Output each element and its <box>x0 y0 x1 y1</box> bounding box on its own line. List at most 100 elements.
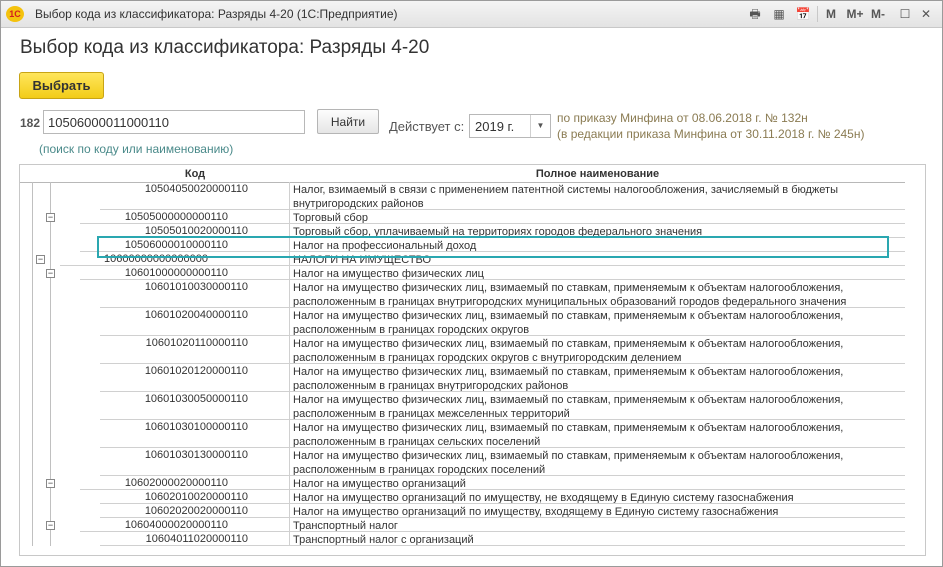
code-cell: 10505000000000110 <box>80 210 290 224</box>
table-row[interactable]: 10604011020000110 Транспортный налог с ор… <box>20 532 905 546</box>
code-cell: 10601010030000110 <box>100 280 290 308</box>
tree-line <box>50 182 51 210</box>
table-row[interactable]: 10602020020000110 Налог на имущество орга… <box>20 504 905 518</box>
tree-line <box>32 266 33 280</box>
maximize-icon[interactable]: ☐ <box>898 5 912 23</box>
tree-line <box>32 448 33 476</box>
code-cell: 10602000020000110 <box>80 476 290 490</box>
name-cell: Налог на имущество физических лиц, взима… <box>290 364 905 392</box>
collapse-toggle-icon[interactable]: − <box>36 255 45 264</box>
memory-plus-button[interactable]: M+ <box>844 5 866 23</box>
code-cell: 10601030130000110 <box>100 448 290 476</box>
table-row[interactable]: 10604000020000110 Транспортный налог − <box>20 518 905 532</box>
tree-line <box>50 490 51 504</box>
code-cell: 10601000000000110 <box>80 266 290 280</box>
tree-line <box>32 490 33 504</box>
memory-button[interactable]: M <box>823 5 839 23</box>
tree-line <box>50 504 51 518</box>
column-header-code[interactable]: Код <box>100 168 290 180</box>
table-row[interactable]: 10601020120000110 Налог на имущество физи… <box>20 364 905 392</box>
code-value: 10601020110000110 <box>145 337 248 349</box>
tree-line <box>32 280 33 308</box>
search-input[interactable] <box>43 110 305 134</box>
tree-line <box>32 210 33 224</box>
name-cell: Налог на имущество организаций по имущес… <box>290 490 905 504</box>
name-cell: Торговый сбор <box>290 210 905 224</box>
name-cell: Налог на имущество физических лиц, взима… <box>290 308 905 336</box>
name-cell: Налог на имущество физических лиц, взима… <box>290 448 905 476</box>
table-row[interactable]: 10505000000000110 Торговый сбор − <box>20 210 905 224</box>
calendar-icon[interactable]: 📅 <box>795 5 811 23</box>
column-header-name[interactable]: Полное наименование <box>290 168 905 180</box>
print-icon[interactable]: 🖶 <box>747 5 763 23</box>
tree-line <box>32 420 33 448</box>
code-cell: 10601020110000110 <box>100 336 290 364</box>
name-cell: Транспортный налог с организаций <box>290 532 905 546</box>
tree-line <box>50 336 51 364</box>
table-row[interactable]: 10601030050000110 Налог на имущество физи… <box>20 392 905 420</box>
code-value: 10601030130000110 <box>144 449 248 461</box>
search-hint: (поиск по коду или наименованию) <box>39 142 234 156</box>
year-select[interactable]: 2019 г. ▼ <box>469 114 551 138</box>
collapse-toggle-icon[interactable]: − <box>46 521 55 530</box>
collapse-toggle-icon[interactable]: − <box>46 213 55 222</box>
table-row[interactable]: 10601020040000110 Налог на имущество физи… <box>20 308 905 336</box>
name-cell: Налог на имущество физических лиц, взима… <box>290 420 905 448</box>
name-cell: Налог на имущество физических лиц, взима… <box>290 336 905 364</box>
code-cell: 10601030100000110 <box>100 420 290 448</box>
tree-line <box>32 392 33 420</box>
table-icon[interactable]: ▦ <box>772 5 786 23</box>
code-cell: 10604000020000110 <box>80 518 290 532</box>
memory-minus-button[interactable]: M- <box>867 5 889 23</box>
code-value: 10601000000000110 <box>124 267 228 279</box>
table-row[interactable]: 10602000020000110 Налог на имущество орга… <box>20 476 905 490</box>
tree-line <box>50 224 51 238</box>
tree-line <box>32 504 33 518</box>
toolbar-separator <box>817 6 818 22</box>
classifier-table[interactable]: Код Полное наименование 1050405002000011… <box>19 164 926 556</box>
code-cell: 10504050020000110 <box>100 182 290 210</box>
table-row[interactable]: 10601000000000110 Налог на имущество физи… <box>20 266 905 280</box>
tree-line <box>32 336 33 364</box>
code-cell: 10601020040000110 <box>100 308 290 336</box>
chevron-down-icon[interactable]: ▼ <box>530 115 550 137</box>
tree-line <box>50 532 51 546</box>
year-value: 2019 г. <box>475 119 515 134</box>
code-value: 10601020040000110 <box>144 309 248 321</box>
code-value: 10601030100000110 <box>144 421 248 433</box>
tree-line <box>32 182 33 210</box>
find-button[interactable]: Найти <box>317 109 379 134</box>
name-cell: Налог, взимаемый в связи с применением п… <box>290 182 905 210</box>
tree-line <box>50 308 51 336</box>
table-row[interactable]: 10504050020000110 Налог, взимаемый в связ… <box>20 182 905 210</box>
name-cell: Транспортный налог <box>290 518 905 532</box>
code-value: 10604000020000110 <box>124 519 228 531</box>
close-icon[interactable]: ✕ <box>919 5 933 23</box>
selection-window: 1С Выбор кода из классификатора: Разряды… <box>0 0 943 567</box>
code-value: 10602000020000110 <box>124 477 228 489</box>
tree-line <box>32 532 33 546</box>
tree-line <box>32 252 33 266</box>
tree-line <box>50 252 51 266</box>
table-row[interactable]: 10601030130000110 Налог на имущество физи… <box>20 448 905 476</box>
collapse-toggle-icon[interactable]: − <box>46 269 55 278</box>
code-prefix: 182 <box>20 116 41 130</box>
tree-line <box>50 364 51 392</box>
tree-line <box>32 518 33 532</box>
table-row[interactable]: 10602010020000110 Налог на имущество орга… <box>20 490 905 504</box>
select-button[interactable]: Выбрать <box>19 72 104 99</box>
collapse-toggle-icon[interactable]: − <box>46 479 55 488</box>
window-title: Выбор кода из классификатора: Разряды 4-… <box>35 7 398 21</box>
tree-line <box>50 238 51 252</box>
page-title: Выбор кода из классификатора: Разряды 4-… <box>20 37 430 58</box>
valid-from-label: Действует с: <box>389 119 465 134</box>
name-cell: Налог на имущество физических лиц, взима… <box>290 392 905 420</box>
table-row[interactable]: 10601020110000110 Налог на имущество физи… <box>20 336 905 364</box>
tree-line <box>32 308 33 336</box>
selected-row-highlight <box>97 236 889 258</box>
name-cell: Налог на имущество физических лиц <box>290 266 905 280</box>
tree-line <box>32 224 33 238</box>
table-row[interactable]: 10601030100000110 Налог на имущество физи… <box>20 420 905 448</box>
table-row[interactable]: 10601010030000110 Налог на имущество физи… <box>20 280 905 308</box>
code-value: 10601010030000110 <box>144 281 248 293</box>
